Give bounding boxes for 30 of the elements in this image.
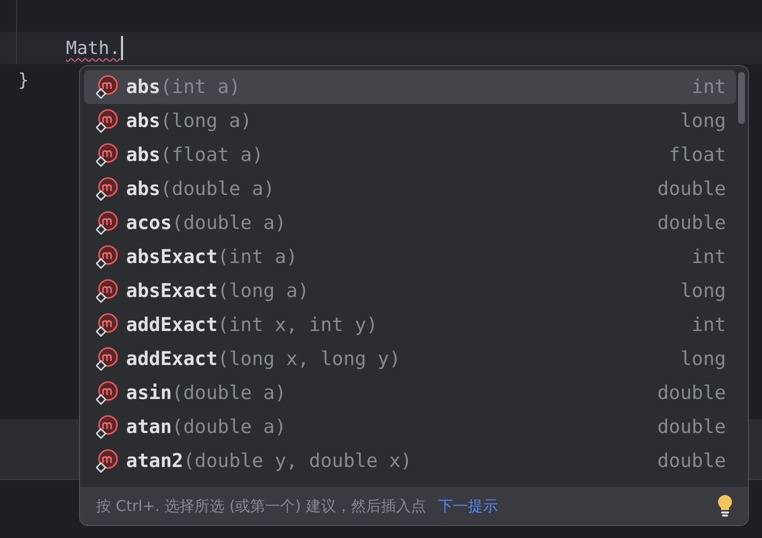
method-icon	[96, 313, 118, 337]
completion-item[interactable]: absExact(long a) long	[84, 274, 736, 308]
method-icon	[96, 75, 118, 99]
completion-item[interactable]: abs(int a) int	[84, 70, 736, 104]
completion-item[interactable]: asin(double a) double	[84, 376, 736, 410]
hint-text: 按 Ctrl+. 选择所选 (或第一个) 建议，然后插入点	[96, 496, 426, 516]
completion-item[interactable]: abs(long a) long	[84, 104, 736, 138]
method-icon	[96, 347, 118, 371]
method-icon	[96, 279, 118, 303]
method-icon	[96, 211, 118, 235]
code-line: }	[18, 70, 29, 90]
completion-item[interactable]: atan2(double y, double x) double	[84, 444, 736, 478]
completion-item[interactable]: abs(float a) float	[84, 138, 736, 172]
lightbulb-icon[interactable]	[716, 494, 734, 518]
method-icon	[96, 449, 118, 473]
method-icon	[96, 143, 118, 167]
method-icon	[96, 109, 118, 133]
text-caret	[121, 36, 124, 60]
method-icon	[96, 381, 118, 405]
completion-item[interactable]: acos(double a) double	[84, 206, 736, 240]
code-line: Math.	[66, 38, 120, 58]
method-icon	[96, 177, 118, 201]
completion-item[interactable]: absExact(int a) int	[84, 240, 736, 274]
completion-item[interactable]: addExact(int x, int y) int	[84, 308, 736, 342]
completion-item[interactable]: addExact(long x, long y) long	[84, 342, 736, 376]
completion-item[interactable]: atan(double a) double	[84, 410, 736, 444]
method-icon	[96, 415, 118, 439]
method-icon	[96, 245, 118, 269]
scrollbar-thumb[interactable]	[738, 72, 745, 124]
completion-item[interactable]: abs(double a) double	[84, 172, 736, 206]
